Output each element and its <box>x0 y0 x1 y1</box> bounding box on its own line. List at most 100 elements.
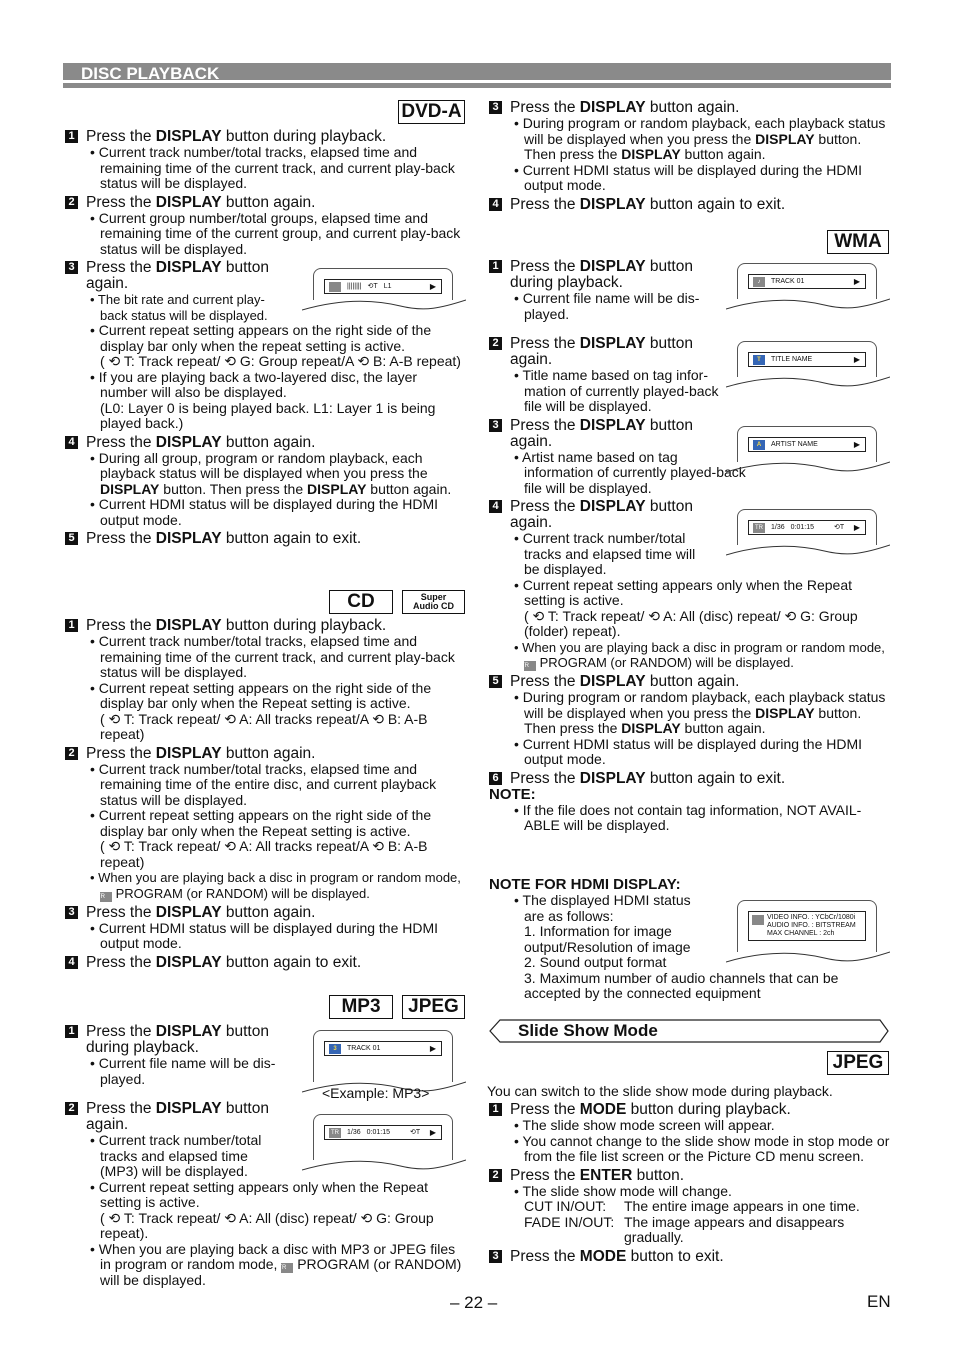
step-number: 3 <box>489 101 502 114</box>
bullet: • During program or random playback, eac… <box>489 689 889 737</box>
step-number: 1 <box>65 130 78 143</box>
text: Press the <box>86 744 156 762</box>
bullet: • The slide show mode screen will appear… <box>514 1117 775 1133</box>
bullet: • Current repeat setting appears on the … <box>90 322 432 354</box>
bullet: • When you are playing back a disc in pr… <box>65 870 465 902</box>
step-3: 3 Press the DISPLAY button again. <box>65 903 465 921</box>
step-number: 3 <box>489 418 502 432</box>
step-3: 3 Press the DISPLAY button again. <box>489 417 714 450</box>
text: Press the <box>86 530 156 547</box>
button-name: DISPLAY <box>307 480 367 497</box>
button-name: DISPLAY <box>155 953 222 971</box>
cut-row: CUT IN/OUT: The entire image appears in o… <box>487 1198 892 1215</box>
step-1: 1 Press the MODE button during playback. <box>487 1102 892 1118</box>
mode-value: The image appears and disappears gradual… <box>624 1213 845 1245</box>
step-5: 5 Press the DISPLAY button again. <box>489 674 889 690</box>
repeat-legend: ( ⟲ T: Track repeat/ ⟲ G: Group repeat/A… <box>100 353 461 369</box>
osd-bar: 3 TRACK 01 ▶ <box>324 1041 442 1056</box>
text: button. Then press the <box>159 480 308 497</box>
play-icon: ▶ <box>429 282 436 291</box>
step-3: 3 Press the MODE button to exit. <box>487 1247 892 1265</box>
button-name: DISPLAY <box>155 1100 222 1117</box>
text: button again. <box>645 99 740 116</box>
text: Press the <box>510 1101 580 1118</box>
step-4: 4 Press the DISPLAY button again. <box>65 433 465 451</box>
track-icon: TR <box>329 1127 341 1138</box>
step-4: 4 Press the DISPLAY button again to exit. <box>489 195 889 213</box>
bullet: • Artist name based on tag information o… <box>514 448 746 496</box>
step-number: 6 <box>489 771 502 785</box>
super-audio-cd-tag: Super Audio CD <box>402 590 465 614</box>
torn-edge-icon <box>726 461 890 473</box>
step-4: 4 Press the DISPLAY button again to exit. <box>65 953 465 971</box>
bullet: • Current HDMI status will be displayed … <box>514 161 863 193</box>
button-name: DISPLAY <box>755 704 815 721</box>
text: Press the <box>86 953 156 971</box>
tag-line: Audio CD <box>413 601 454 611</box>
text: Press the <box>86 1023 156 1040</box>
slide-show-section: You can switch to the slide show mode du… <box>487 1083 892 1265</box>
repeat-indicator: ⟲T <box>409 1129 421 1136</box>
text: button again to exit. <box>645 195 786 213</box>
osd-screen-hdmi: VIDEO INFO. : YCbCr/1080i AUDIO INFO. : … <box>726 900 890 963</box>
elapsed-time: 0:01:15 <box>366 1129 390 1136</box>
step-number: 2 <box>65 746 78 760</box>
bullet: • When you are playing back a disc with … <box>65 1241 465 1289</box>
repeat-legend: ( ⟲ T: Track repeat/ ⟲ A: All tracks rep… <box>100 838 428 870</box>
button-name: DISPLAY <box>579 195 646 213</box>
bullet: • Current track number/total tracks, ela… <box>90 633 455 680</box>
bullet: • Current repeat setting appears only wh… <box>514 576 852 608</box>
bitrate-icon <box>329 281 341 292</box>
bullet: • Current repeat setting appears on the … <box>90 679 432 711</box>
bullet: • Current HDMI status will be displayed … <box>90 496 439 528</box>
hdmi-note-title: NOTE FOR HDMI DISPLAY: <box>489 876 681 893</box>
text: button to exit. <box>626 1247 724 1265</box>
fade-row: FADE IN/OUT: The image appears and disapp… <box>487 1213 892 1246</box>
step-3: 3 Press the DISPLAY button again. <box>489 100 889 116</box>
play-icon: ▶ <box>429 1128 436 1137</box>
page-number: – 22 – <box>450 1293 498 1312</box>
button-name: DISPLAY <box>155 259 222 276</box>
intro-text: You can switch to the slide show mode du… <box>487 1083 833 1099</box>
bullet: • Current repeat setting appears only wh… <box>90 1178 428 1210</box>
bullet: • Current HDMI status will be displayed … <box>514 735 863 767</box>
step-number: 2 <box>489 337 502 350</box>
bullet: • When you are playing back a disc in pr… <box>489 639 889 671</box>
hdmi-info-box: VIDEO INFO. : YCbCr/1080i AUDIO INFO. : … <box>748 911 866 941</box>
button-name: DISPLAY <box>155 903 222 921</box>
text: Press the <box>86 433 156 451</box>
step-number: 3 <box>65 261 78 274</box>
bullet: • Current track number/total tracks, ela… <box>90 144 455 191</box>
text: Press the <box>510 769 580 787</box>
text: Press the <box>510 335 580 352</box>
step-number: 2 <box>65 1102 78 1115</box>
cd-section: 1 Press the DISPLAY button during playbac… <box>65 618 465 971</box>
elapsed-time: 0:01:15 <box>790 524 814 531</box>
osd-bar: TR 1/36 0:01:15 ⟲T ▶ <box>324 1125 442 1140</box>
repeat-legend: ( ⟲ T: Track repeat/ ⟲ A: All (disc) rep… <box>524 607 858 639</box>
slide-show-heading: Slide Show Mode <box>488 1019 890 1043</box>
step-number: 1 <box>65 1025 78 1038</box>
text: Press the <box>86 903 156 921</box>
text: button during playback. <box>626 1101 791 1118</box>
video-info: VIDEO INFO. : YCbCr/1080i <box>767 914 856 921</box>
osd-bar: T TITLE NAME ▶ <box>748 352 866 367</box>
bullet: • The slide show mode will change. <box>514 1182 732 1199</box>
button-name: DISPLAY <box>155 128 222 145</box>
bullet: • Current track number/total tracks, ela… <box>90 760 437 808</box>
text: • When you are playing back a disc in pr… <box>514 639 885 655</box>
file-name: TRACK 01 <box>347 1045 381 1052</box>
bullet: • Current track number/total tracks and … <box>514 530 696 577</box>
text: button again. <box>221 433 316 451</box>
text: Press the <box>86 193 156 211</box>
button-name: DISPLAY <box>155 744 222 762</box>
step-number: 3 <box>489 1249 502 1263</box>
text: Press the <box>510 1166 580 1184</box>
mode-value: The entire image appears in one time. <box>624 1198 860 1214</box>
bullet: • Title name based on tag infor-mation o… <box>514 367 719 414</box>
text: Press the <box>86 259 156 276</box>
audio-info: AUDIO INFO. : BITSTREAM <box>767 922 856 929</box>
osd-screen-wma-artist: A ARTIST NAME ▶ <box>726 426 890 473</box>
text: • When you are playing back a disc in pr… <box>90 870 461 885</box>
file-name: TRACK 01 <box>771 278 805 285</box>
